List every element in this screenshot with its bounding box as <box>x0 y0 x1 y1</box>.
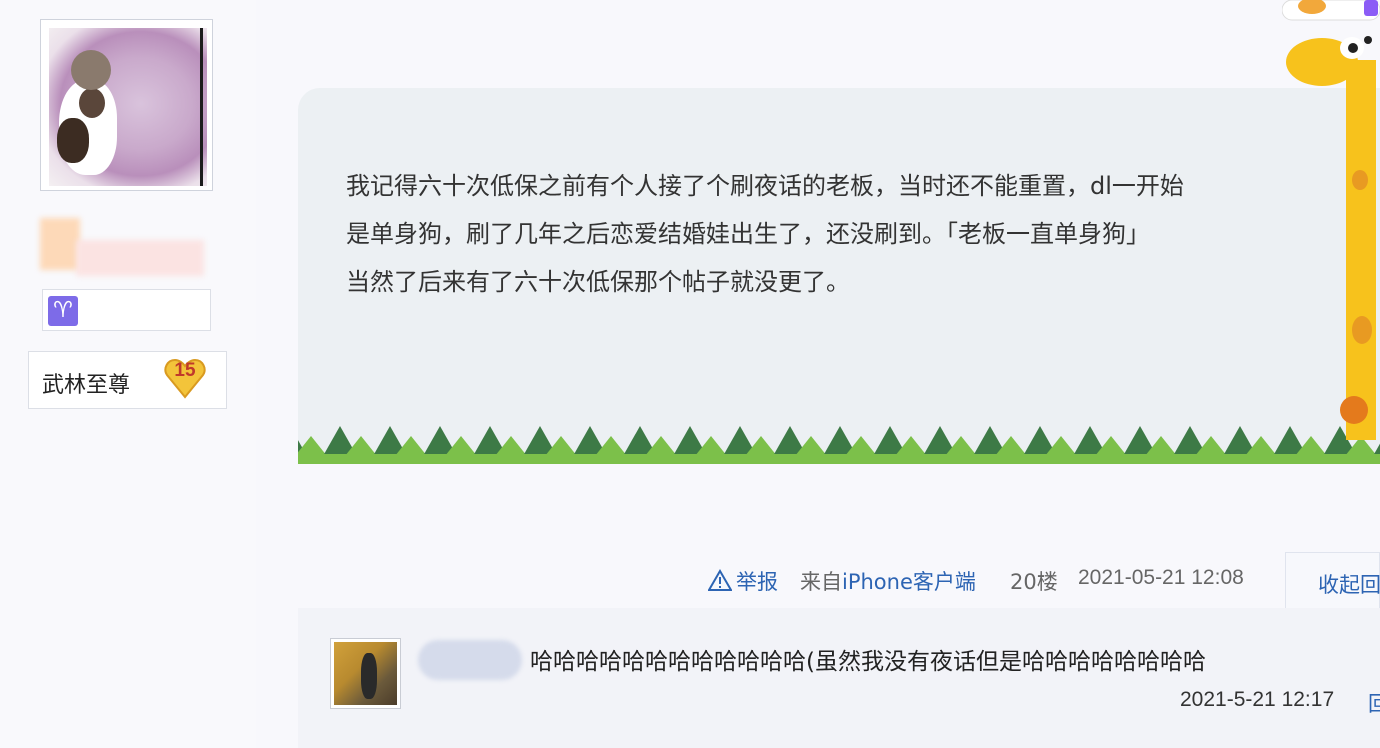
report-button[interactable]: 举报 <box>708 566 778 596</box>
floor-number: 20楼 <box>1010 570 1058 594</box>
reply-username-blurred <box>418 640 522 680</box>
warning-icon <box>708 569 732 591</box>
user-level[interactable]: 武林至尊 15 <box>28 351 227 409</box>
collapse-replies-button[interactable]: 收起回 <box>1285 552 1380 610</box>
source-prefix: 来自 <box>800 570 842 594</box>
user-avatar[interactable] <box>40 19 213 191</box>
username-blurred <box>40 218 205 280</box>
reply-section: 哈哈哈哈哈哈哈哈哈哈哈哈(虽然我没有夜话但是哈哈哈哈哈哈哈哈 2021-5-21… <box>298 608 1380 748</box>
post-source: 来自iPhone客户端 <box>800 566 976 596</box>
level-badge-icon: 15 <box>163 357 207 399</box>
post-line: 我记得六十次低保之前有个人接了个刷夜话的老板，当时还不能重置，dl一开始 <box>346 172 1184 200</box>
collapse-label: 收起回 <box>1318 573 1380 597</box>
grass-decoration <box>298 426 1380 464</box>
post-content-bubble: 我记得六十次低保之前有个人接了个刷夜话的老板，当时还不能重置，dl一开始 是单身… <box>298 88 1380 464</box>
reply-button[interactable]: 回 <box>1368 688 1380 718</box>
post-line: 是单身狗，刷了几年之后恋爱结婚娃出生了，还没刷到。「老板一直单身狗」 <box>346 220 1150 248</box>
reply-text: 哈哈哈哈哈哈哈哈哈哈哈哈(虽然我没有夜话但是哈哈哈哈哈哈哈哈 <box>530 649 1206 675</box>
report-label: 举报 <box>736 570 778 594</box>
giraffe-decoration <box>1282 0 1380 440</box>
reply-time: 2021-5-21 12:17 <box>1180 688 1335 711</box>
zodiac-badge[interactable]: ♈ <box>42 289 211 331</box>
post-datetime: 2021-05-21 12:08 <box>1078 566 1244 589</box>
level-number: 15 <box>174 360 196 381</box>
post-line: 当然了后来有了六十次低保那个帖子就没更了。 <box>346 268 850 296</box>
post-text: 我记得六十次低保之前有个人接了个刷夜话的老板，当时还不能重置，dl一开始 是单身… <box>346 162 1336 306</box>
level-label: 武林至尊 <box>42 373 131 398</box>
source-client-link[interactable]: iPhone客户端 <box>842 570 976 594</box>
user-info-column: ♈ 武林至尊 15 <box>0 0 256 748</box>
avatar-image <box>49 28 207 186</box>
reply-avatar[interactable] <box>330 638 401 709</box>
aries-icon: ♈ <box>48 296 78 326</box>
